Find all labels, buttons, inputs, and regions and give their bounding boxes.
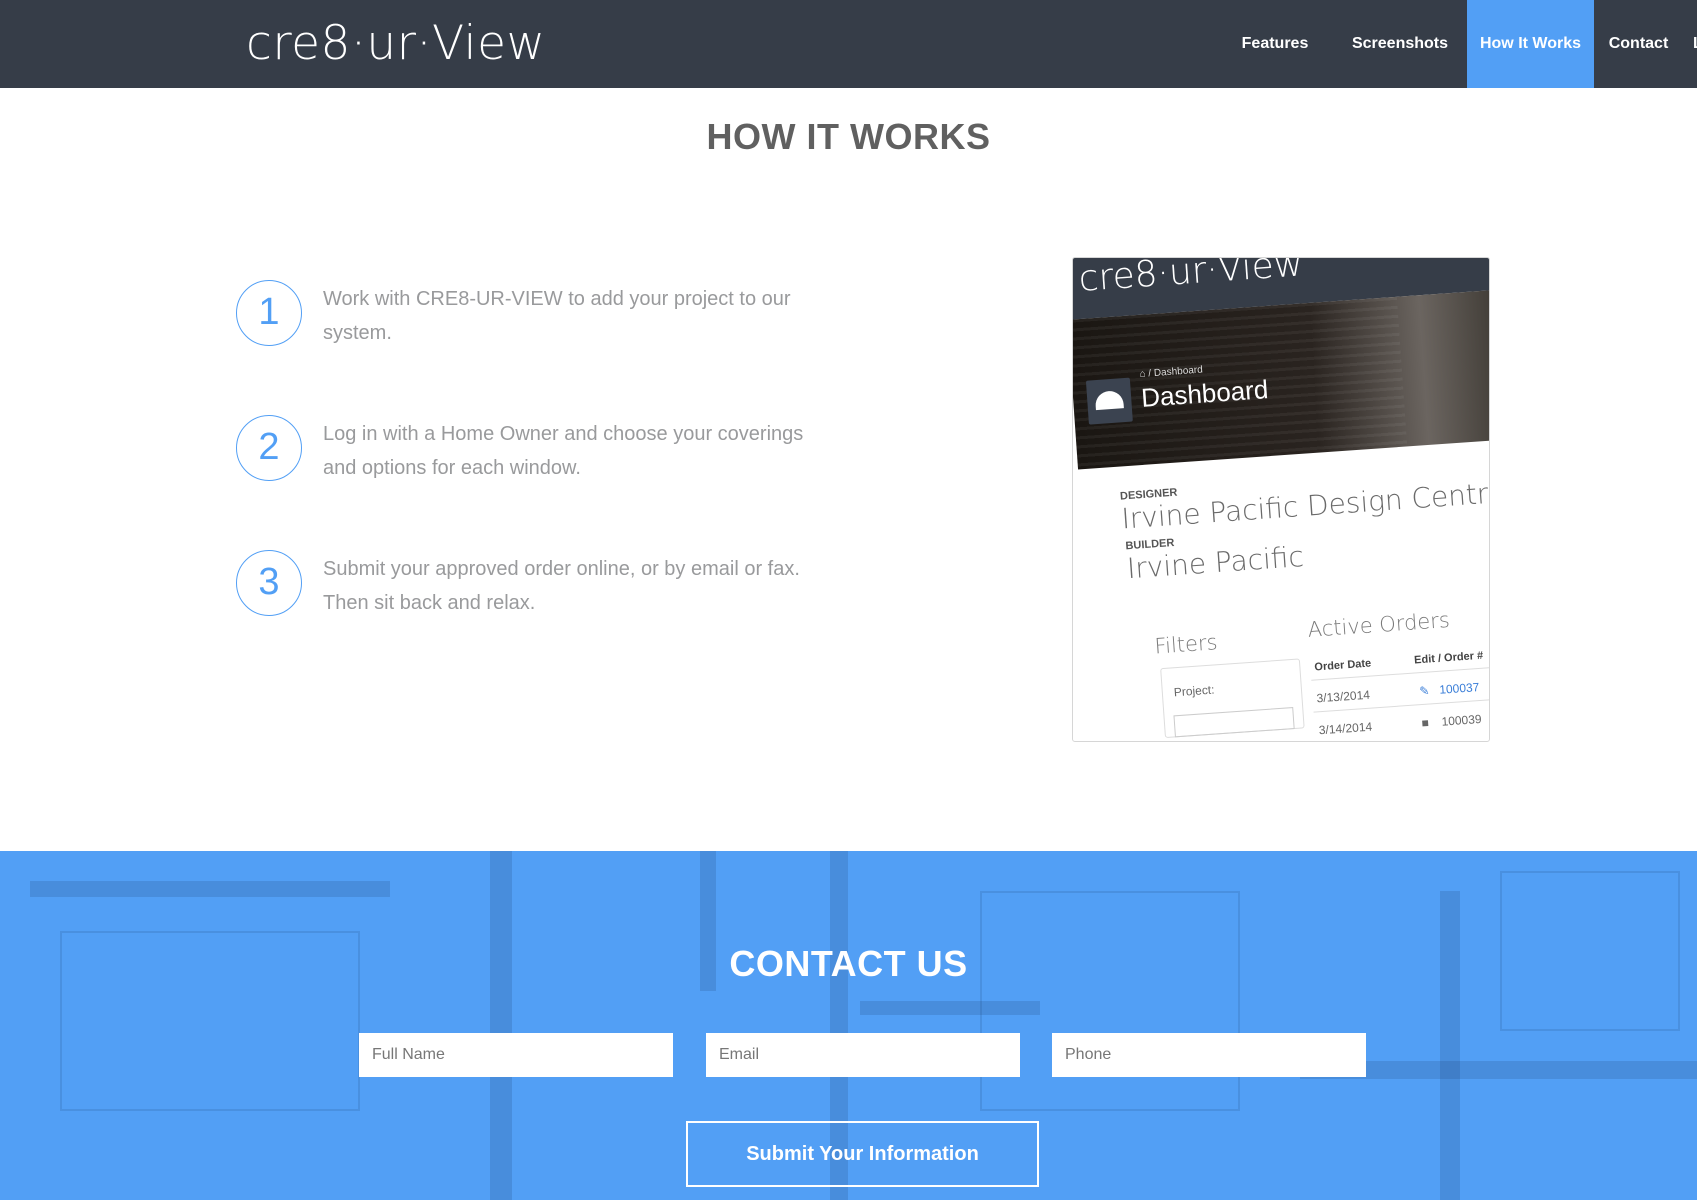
step-number-3: 3 xyxy=(236,550,302,616)
blueprint-room xyxy=(980,891,1240,1111)
pencil-icon: ✎ xyxy=(1418,683,1430,699)
step-text-2-line-2: and options for each window. xyxy=(323,457,581,479)
step-text-3-line-2: Then sit back and relax. xyxy=(323,592,536,614)
step-1: 1 Work with CRE8-UR-VIEW to add your pro… xyxy=(236,280,836,360)
submit-information-button[interactable]: Submit Your Information xyxy=(686,1121,1039,1187)
edit-order-header: Edit / Order # xyxy=(1413,649,1484,667)
step-text-2: Log in with a Home Owner and choose your… xyxy=(323,417,843,485)
contact-title: CONTACT US xyxy=(729,943,968,984)
active-orders-title: Active Orders xyxy=(1306,607,1451,642)
step-text-1: Work with CRE8-UR-VIEW to add your proje… xyxy=(323,282,843,350)
order-row-2-number: 100039 xyxy=(1441,711,1482,729)
step-number-1: 1 xyxy=(236,280,302,346)
order-row-1-date: 3/13/2014 xyxy=(1316,687,1371,706)
full-name-input[interactable] xyxy=(359,1033,673,1077)
step-2: 2 Log in with a Home Owner and choose yo… xyxy=(236,415,836,495)
top-navbar: cre8·ur·View Features Screenshots How It… xyxy=(0,0,1697,88)
filter-project-label: Project: xyxy=(1173,682,1215,700)
step-text-3-line-1: Submit your approved order online, or by… xyxy=(323,558,800,580)
order-row-1-number: 100037 xyxy=(1438,680,1480,697)
step-text-3: Submit your approved order online, or by… xyxy=(323,552,843,620)
order-date-header: Order Date xyxy=(1314,657,1372,674)
step-text-2-line-1: Log in with a Home Owner and choose your… xyxy=(323,423,804,445)
nav-features[interactable]: Features xyxy=(1217,0,1333,88)
lock-icon: ■ xyxy=(1421,715,1430,731)
blueprint-wall xyxy=(30,881,390,897)
step-text-1-line-1: Work with CRE8-UR-VIEW to add your proje… xyxy=(323,288,791,310)
blueprint-wall xyxy=(490,851,512,1200)
contact-section: CONTACT US Submit Your Information xyxy=(0,851,1697,1200)
nav-screenshots[interactable]: Screenshots xyxy=(1333,0,1467,88)
how-it-works-title: HOW IT WORKS xyxy=(706,116,991,157)
main-nav: Features Screenshots How It Works Contac… xyxy=(1217,0,1697,88)
blueprint-wall xyxy=(1440,891,1460,1200)
order-row-2-date: 3/14/2014 xyxy=(1318,719,1373,738)
nav-how-it-works[interactable]: How It Works xyxy=(1467,0,1594,88)
dashboard-gauge-icon xyxy=(1085,377,1133,425)
step-number-2: 2 xyxy=(236,415,302,481)
designer-value: Irvine Pacific Design Central xyxy=(1120,475,1490,536)
filters-title: Filters xyxy=(1153,630,1219,659)
dashboard-screenshot: cre8·ur·View ⌂ / Dashboard Dashboard DES… xyxy=(1072,257,1490,742)
step-3: 3 Submit your approved order online, or … xyxy=(236,550,836,630)
nav-log-in[interactable]: Log In xyxy=(1667,0,1697,88)
phone-input[interactable] xyxy=(1052,1033,1366,1077)
email-input[interactable] xyxy=(706,1033,1020,1077)
brand-logo[interactable]: cre8·ur·View xyxy=(246,14,545,74)
dashboard-screenshot-content: cre8·ur·View ⌂ / Dashboard Dashboard DES… xyxy=(1073,258,1490,741)
step-text-1-line-2: system. xyxy=(323,322,392,344)
